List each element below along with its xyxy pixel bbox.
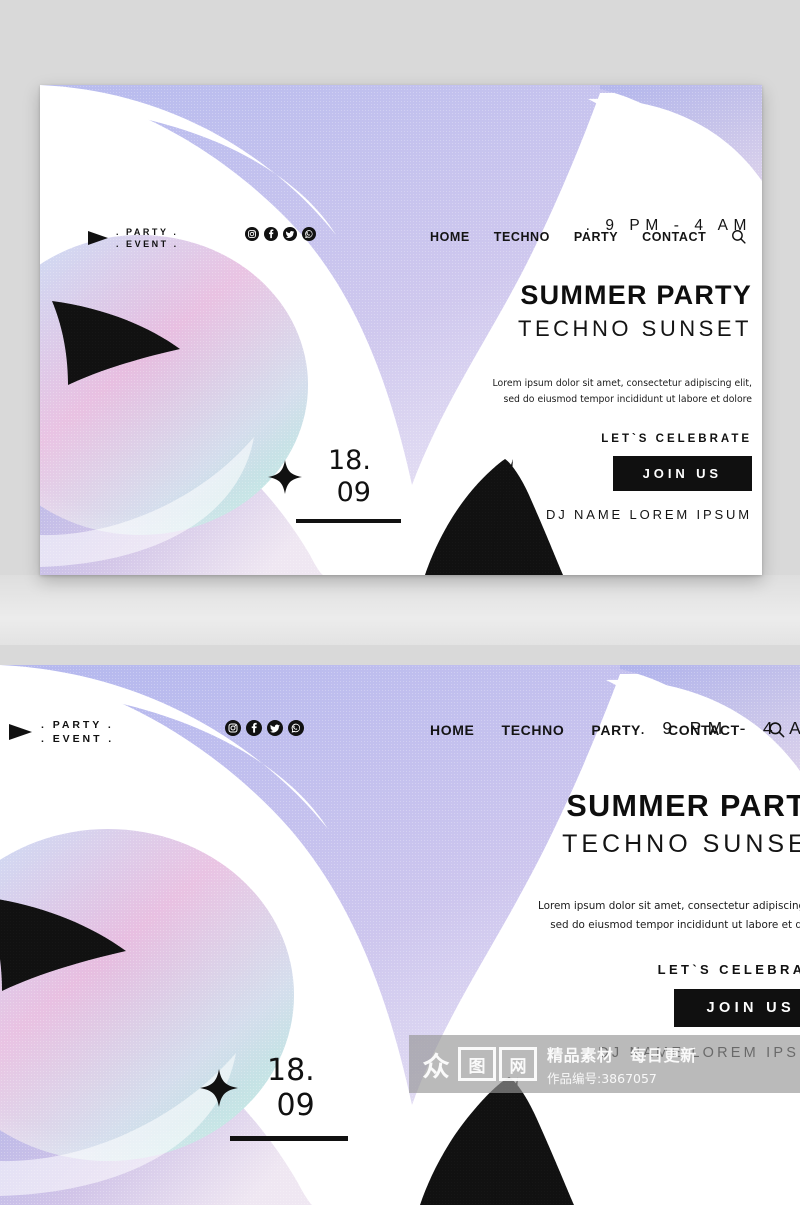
date-underline [296,519,401,524]
event-time: . 9 PM - 4 AM [585,217,752,234]
event-description-line-1: Lorem ipsum dolor sit amet, consectetur … [538,900,800,912]
celebrate-tagline: LET`S CELEBRATE [601,432,752,445]
brand-line-2: . EVENT . [116,239,179,250]
event-description-line-2: sed do eiusmod tempor incididunt ut labo… [550,918,800,931]
date-day: 18. [328,445,371,476]
event-description-line-2: sed do eiusmod tempor incididunt ut labo… [503,394,752,406]
banner-fullsize-section[interactable]: . PARTY . . EVENT . HOME TECHNO PARTY CO… [0,665,800,1205]
play-triangle-icon [9,724,32,741]
instagram-icon[interactable] [225,720,241,736]
date-month: 09 [336,476,371,508]
event-date-large: 18. 09 [200,1053,348,1142]
event-title: SUMMER PARTY [520,280,752,310]
facebook-icon[interactable] [264,227,278,241]
join-us-button[interactable]: JOIN US [673,989,800,1028]
card-content: . PARTY . . EVENT . HOME TECHNO PARTY CO… [40,85,762,575]
event-description-line-1: Lorem ipsum dolor sit amet, consectetur … [492,378,752,389]
brand-line-1: . PARTY . [41,719,114,731]
twitter-icon[interactable] [267,720,283,736]
fullsize-content: . PARTY . . EVENT . HOME TECHNO PARTY CO… [0,665,800,1205]
event-title: SUMMER PARTY [566,789,800,823]
four-point-star-icon [200,1069,238,1108]
event-subtitle: TECHNO SUNSET [518,316,752,341]
brand-logo[interactable]: . PARTY . . EVENT . [88,226,179,250]
social-links-large[interactable] [225,720,304,736]
facebook-icon[interactable] [246,720,262,736]
brand-line-1: . PARTY . [116,227,179,237]
celebrate-tagline: LET`S CELEBRATE [657,962,800,978]
brand-line-2: . EVENT . [41,733,115,746]
date-underline [230,1136,348,1142]
instagram-icon[interactable] [245,227,259,241]
banner-preview-card[interactable]: . PARTY . . EVENT . HOME TECHNO PARTY CO… [40,85,762,575]
whatsapp-icon[interactable] [288,720,304,736]
brand-logo-large[interactable]: . PARTY . . EVENT . [9,718,114,746]
four-point-star-icon [268,459,302,494]
play-triangle-icon [88,231,108,246]
date-day: 18. [267,1053,315,1088]
join-us-button[interactable]: JOIN US [612,455,752,491]
event-time: . 9 PM - 4 AM [640,718,800,738]
event-subtitle: TECHNO SUNSET [562,830,800,858]
event-date: 18. 09 [268,445,401,524]
hero-block-large: . 9 PM - 4 AM SUMMER PARTY TECHNO SUNSET… [308,718,800,1061]
date-month: 09 [276,1088,315,1124]
dj-credit: DJ NAME LOREM IPSUM [598,1045,800,1062]
